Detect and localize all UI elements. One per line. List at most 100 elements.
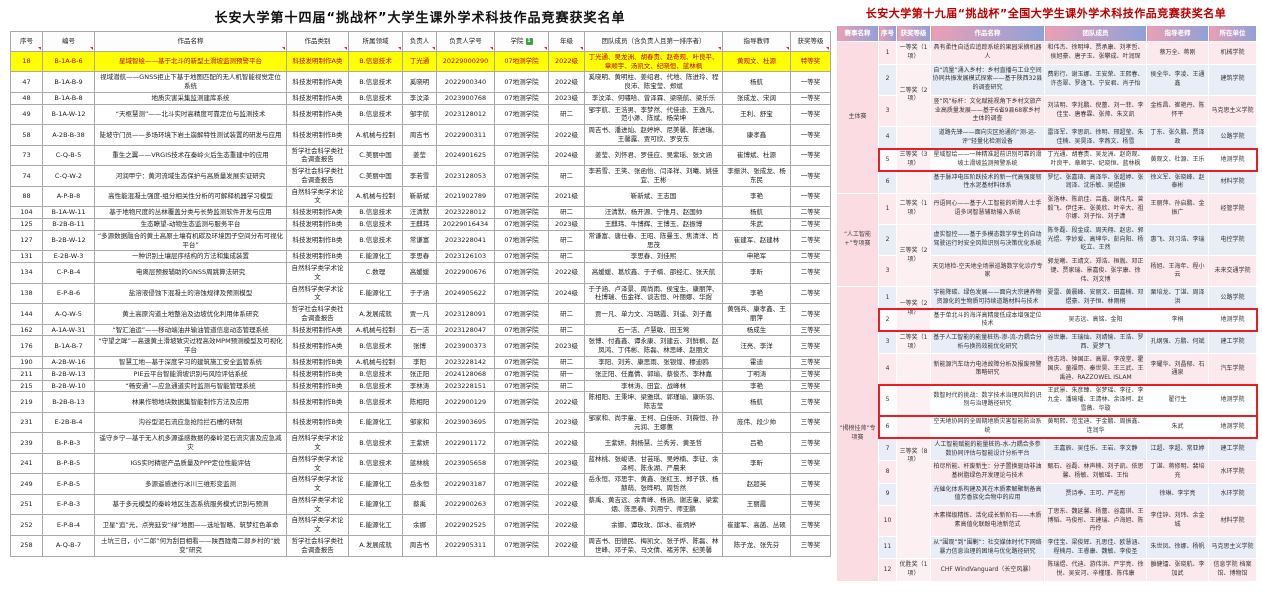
sort-triangle-icon[interactable]: [490, 47, 493, 50]
table-row: 162A-1A-W-31“智汇油运”——移动端油井输油管道信息动态管理系统科技发…: [11, 324, 831, 336]
table-cell: 一等奖: [791, 104, 831, 125]
table-cell: 电离层预报辅助的GNSS周跳算法研究: [95, 263, 287, 284]
sort-triangle-icon[interactable]: [432, 47, 435, 50]
table-row: 190A-2B-W-16智慧工地—基于深度学习的建筑施工安全监管系统科技发明制作…: [11, 356, 831, 368]
sort-triangle-icon[interactable]: [786, 47, 789, 50]
table-cell: 李阳: [403, 356, 437, 368]
unit-cell: 地测学院: [1209, 416, 1257, 438]
table-cell: 自然科学类学术论文: [287, 433, 349, 454]
table-cell: 科技发明制作B类: [287, 412, 349, 433]
table-cell: 科技发明制作A类: [287, 207, 349, 219]
table-cell: 251: [11, 494, 43, 515]
table-cell: 一等奖: [791, 72, 831, 93]
sort-triangle-icon[interactable]: [718, 47, 721, 50]
column-header: 负责人: [403, 32, 437, 52]
team-members-cell: 谷世康、王瑞灿、刘靖愉、王浩、罗西、夏梦飞: [1045, 331, 1147, 353]
table-cell: 三等奖: [791, 368, 831, 380]
table-row: 215B-2B-W-10“畅安通”—应急通道实时监测与智能管理系统科技发明制作B…: [11, 380, 831, 392]
table-cell: 2023级: [549, 336, 585, 357]
advisors-cell: 雒健镭、张晓航、李加武: [1147, 559, 1209, 581]
award-table-19th-national: 赛事名称序号获奖等级作品名称团队成员指导老师所在单位 主体赛1一等奖（1项）具有…: [836, 25, 1257, 582]
table-cell: 黄强兵、康孝鑫、王丽萍: [723, 304, 791, 325]
table-cell: 奚晓明、黄明柱、姜绍君、代地、陈进玲、程良沛、陈宝莹、郑斌: [585, 72, 723, 93]
page: 长安大学第十四届“挑战杯”大学生课外学术科技作品竞赛获奖名单 序号编号作品名称作…: [0, 0, 1262, 582]
column-header: 指导教师: [723, 32, 791, 52]
table-cell: 陈子龙、张先芬: [723, 535, 791, 556]
award-table-14th: 序号编号作品名称作品类别所属领域负责人负责人学号学院1年级团队成员（含负责人且第…: [10, 31, 831, 557]
sort-triangle-icon[interactable]: [90, 47, 93, 50]
sort-triangle-icon[interactable]: [344, 47, 347, 50]
row-number-cell: 5: [879, 149, 897, 171]
work-title-cell: 人工智能赋能的能量桩热-水-力耦合多参数协同评估与智能设计分析平台: [931, 438, 1045, 460]
table-cell: 科技发明制作A类: [287, 51, 349, 72]
table-cell: 07地测学院: [495, 51, 549, 72]
table-row: 249E-P-B-5多源遥感进行冰川三维形变监测自然科学类学术论文E.能源化工岳…: [11, 474, 831, 495]
advisors-cell: 王丽萍、孙启鹏、金振广: [1147, 194, 1209, 225]
sort-triangle-icon[interactable]: [826, 47, 829, 50]
table-cell: 崔建军、赵建林: [723, 230, 791, 251]
table-cell: 特等奖: [791, 51, 831, 72]
table-cell: 07地测学院: [495, 251, 549, 263]
column-header: 获奖等级: [897, 26, 931, 42]
table-cell: 一等奖: [791, 92, 831, 104]
sort-triangle-icon[interactable]: [398, 47, 401, 50]
table-row: 73C-Q-B-5重生之翼——VRGIS技术在秦岭火后生态重建中的应用哲学社会科…: [11, 145, 831, 166]
team-members-cell: 陈瑞煜、代迪、游伟洪、严宇亮、徐悦、吴安河、辛槿瑾、陈伟康: [1045, 559, 1147, 581]
unit-cell: 汽车学院: [1209, 354, 1257, 385]
advisors-cell: 翟行生: [1147, 385, 1209, 416]
column-header: 指导老师: [1147, 26, 1209, 42]
table-cell: 07地测学院: [495, 145, 549, 166]
table-cell: 陡坡守门员——多场环境下岩土崩解特性测试装置的研发与应用: [95, 125, 287, 146]
work-title-cell: 天见地检-空天地全场景巡路数字化诊疗专家: [931, 256, 1045, 287]
table-cell: 2024级: [549, 283, 585, 304]
team-members-cell: 王武景、朱彦臻、张梦瑶、李征、李九金、潘瑜璠、王清林、余泽柯、赵雪薇、华璇: [1045, 385, 1147, 416]
table-cell: 汪清默、杨开源、宁惟月、赵国帅: [585, 207, 723, 219]
table-cell: E.能源化工: [349, 515, 403, 536]
table-cell: 王紫妍、荆杨慧、兰秀芳、黄圣哲: [585, 433, 723, 454]
sort-triangle-icon[interactable]: [282, 47, 285, 50]
sort-triangle-icon[interactable]: [544, 47, 547, 50]
table-cell: 李林涛、田宜、战峰林: [585, 380, 723, 392]
unit-cell: 公路学院: [1209, 287, 1257, 309]
table-cell: 林果作物地块数据集智能制作方法及应用: [95, 392, 287, 413]
table-cell: 生态瞭望-动物生态监测与服务平台: [95, 219, 287, 231]
sort-triangle-icon[interactable]: [38, 47, 41, 50]
unit-cell: 建工学院: [1209, 438, 1257, 460]
team-members-cell: 刘洁明、李兆鹏、倪蕾、刘一菲、李佳宝、唐春霖、张帅、朱文凯: [1045, 95, 1147, 126]
table-cell: 2023905658: [437, 453, 495, 474]
table-cell: 高性能混凝土强度-组分相关性分析的可解释机器学习模型: [95, 186, 287, 207]
table-cell: 姜莹: [403, 145, 437, 166]
table-cell: B-P-B-5: [43, 453, 95, 474]
table-cell: 李振洪、张成龙、杨东民: [723, 166, 791, 187]
table-cell: 科技发明制作B类: [287, 368, 349, 380]
table-cell: B.信息技术: [349, 219, 403, 231]
table-cell: 丁光通、吴龙洲、胡春贵、赵奇观、叶良平、章顺宇、汤凯文、纪晓恒、蓝林枫: [585, 51, 723, 72]
table-cell: 239: [11, 433, 43, 454]
sort-triangle-icon[interactable]: [580, 47, 583, 50]
table-cell: 研二: [549, 380, 585, 392]
unit-cell: 马克思主义学院: [1209, 537, 1257, 559]
table-cell: 07地测学院: [495, 263, 549, 284]
table-cell: 周吉书、潘进灿、赵婷婷、尼美馨、陈进瑞、王馨露、贾可欣、罗安东: [585, 125, 723, 146]
table-cell: 研二: [549, 230, 585, 251]
table-cell: 三等奖: [791, 412, 831, 433]
table-cell: 张博、付鑫鑫、谭永康、刘建云、刘鲜枫、赵凤鸿、丁伟彬、陈磊、林思峰、赵丽文: [585, 336, 723, 357]
table-row: 4三等奖（3项）道路先锋——面向灾区抢通的“测-运-评”轻量化检测设备雷泽军、李…: [837, 126, 1257, 148]
table-cell: E-P-B-5: [43, 474, 95, 495]
team-members-cell: 李佳宝、梁俊辉、孔思佳、欧慧涵、程楠月、王睿康、魏敏、李俊圣: [1045, 537, 1147, 559]
column-header: 作品类别: [287, 32, 349, 52]
unit-cell: 经管学院: [1209, 194, 1257, 225]
advisors-cell: 金栋昌、崔艳丹、陈怀平: [1147, 95, 1209, 126]
table-cell: 研二: [549, 304, 585, 325]
table-cell: 134: [11, 263, 43, 284]
table-cell: 2022级: [549, 433, 585, 454]
row-number-cell: 5: [879, 385, 897, 416]
unit-cell: 信息学院 档案馆、博物馆: [1209, 559, 1257, 581]
unit-cell: 水环学院: [1209, 461, 1257, 483]
table-cell: 王麒玮: [403, 219, 437, 231]
work-title-cell: 具有柔性自适应追踪系统的果园采摘机器人: [931, 42, 1045, 64]
table-cell: 李汶泽: [403, 92, 437, 104]
unit-cell: 建筑学院: [1209, 64, 1257, 95]
table-cell: 自然科学类学术论文: [287, 515, 349, 536]
filter-badge-icon[interactable]: 1: [526, 38, 533, 45]
